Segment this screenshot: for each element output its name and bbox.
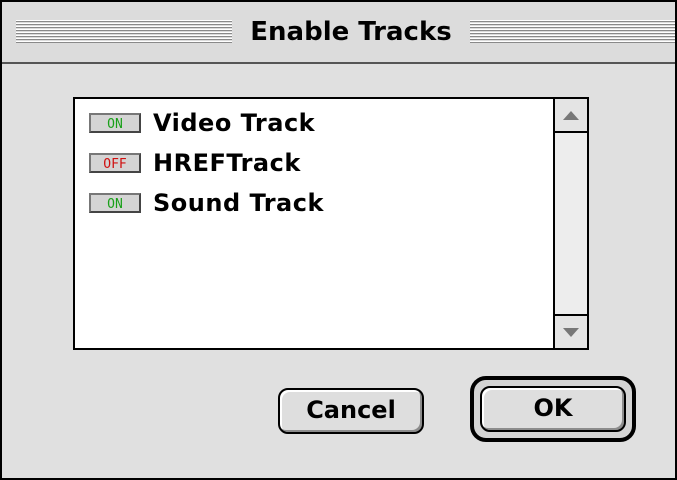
enable-tracks-dialog: Enable Tracks ON Video Track OFF HREFTra… (0, 0, 677, 480)
track-row-href[interactable]: OFF HREFTrack (89, 145, 301, 181)
scroll-down-button[interactable] (555, 314, 587, 348)
track-row-video[interactable]: ON Video Track (89, 105, 315, 141)
cancel-button[interactable]: Cancel (278, 388, 424, 434)
arrow-down-icon (563, 327, 579, 337)
ok-button[interactable]: OK (480, 386, 626, 432)
track-state-toggle[interactable]: ON (89, 113, 141, 133)
track-state-toggle[interactable]: ON (89, 193, 141, 213)
track-label: HREFTrack (153, 149, 301, 177)
scroll-up-button[interactable] (555, 99, 587, 133)
vertical-scrollbar[interactable] (553, 99, 587, 348)
scrollbar-track[interactable] (555, 133, 587, 314)
track-list[interactable]: ON Video Track OFF HREFTrack ON Sound Tr… (73, 97, 589, 350)
title-bar-stripes-right (470, 20, 675, 44)
title-bar-stripes-left (16, 20, 232, 44)
dialog-title: Enable Tracks (232, 15, 470, 49)
title-bar[interactable]: Enable Tracks (2, 2, 675, 64)
track-label: Video Track (153, 109, 316, 137)
track-list-rows: ON Video Track OFF HREFTrack ON Sound Tr… (75, 99, 587, 348)
track-row-sound[interactable]: ON Sound Track (89, 185, 324, 221)
track-label: Sound Track (153, 189, 324, 217)
track-state-toggle[interactable]: OFF (89, 153, 141, 173)
arrow-up-icon (563, 110, 579, 120)
